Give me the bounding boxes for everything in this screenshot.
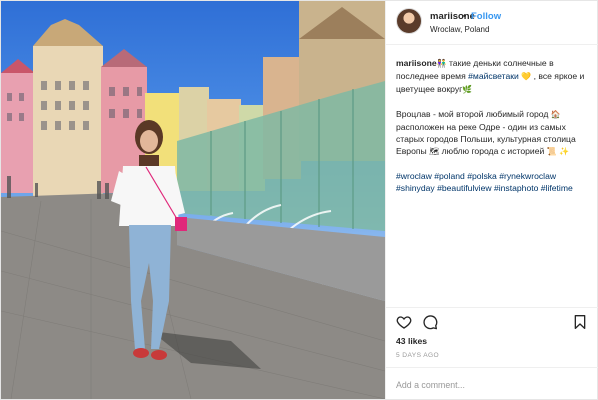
hashtag[interactable]: #майсветаки <box>468 71 519 81</box>
scroll-icon: 📜 <box>546 147 557 156</box>
caption-text: люблю города с историей <box>439 146 547 156</box>
leaf-icon: 🌿 <box>462 85 473 94</box>
photo-illustration <box>1 1 385 399</box>
yellow-heart-icon: 💛 <box>521 72 532 81</box>
likes-count[interactable]: 43 likes <box>396 336 427 346</box>
house-icon: 🏠 <box>550 110 561 119</box>
instagram-post: mariisone • Follow Wroclaw, Poland marii… <box>0 0 598 400</box>
hashtags: #wroclaw #poland #polska #rynekwroclaw #… <box>396 170 592 194</box>
avatar[interactable] <box>396 8 422 34</box>
caption-username[interactable]: mariisone <box>396 58 437 68</box>
hashtag[interactable]: #beautifulview <box>437 183 491 193</box>
hashtag[interactable]: #poland <box>434 171 465 181</box>
sparkles-icon: ✨ <box>559 147 570 156</box>
post-caption: mariisone👫 такие деньки солнечные в посл… <box>396 57 592 206</box>
caption-paragraph-1: mariisone👫 такие деньки солнечные в посл… <box>396 57 592 96</box>
hashtag[interactable]: #wroclaw <box>396 171 432 181</box>
comment-icon[interactable] <box>422 314 438 330</box>
post-timestamp: 5 DAYS AGO <box>396 352 440 359</box>
username[interactable]: mariisone <box>430 11 475 22</box>
comment-input[interactable] <box>396 377 586 393</box>
hashtag[interactable]: #rynekwroclaw <box>499 171 556 181</box>
post-photo[interactable] <box>1 1 385 399</box>
post-sidebar: mariisone • Follow Wroclaw, Poland marii… <box>385 1 598 399</box>
bookmark-icon[interactable] <box>572 314 588 330</box>
heart-icon[interactable] <box>396 314 412 330</box>
separator-dot: • <box>463 11 467 22</box>
hashtag[interactable]: #shinyday <box>396 183 435 193</box>
hashtag[interactable]: #instaphoto <box>494 183 538 193</box>
couple-emoji-icon: 👫 <box>436 59 447 68</box>
caption-paragraph-2: Вроцлав - мой второй любимый город 🏠 рас… <box>396 108 592 158</box>
map-icon: 🗺 <box>429 147 440 156</box>
follow-button[interactable]: Follow <box>471 11 501 22</box>
hashtag[interactable]: #lifetime <box>541 183 573 193</box>
location-link[interactable]: Wroclaw, Poland <box>430 25 489 34</box>
comment-box <box>386 367 598 399</box>
post-header: mariisone • Follow Wroclaw, Poland <box>386 1 598 45</box>
action-bar <box>386 307 598 333</box>
caption-text: Вроцлав - мой второй любимый город <box>396 109 551 119</box>
hashtag[interactable]: #polska <box>467 171 497 181</box>
